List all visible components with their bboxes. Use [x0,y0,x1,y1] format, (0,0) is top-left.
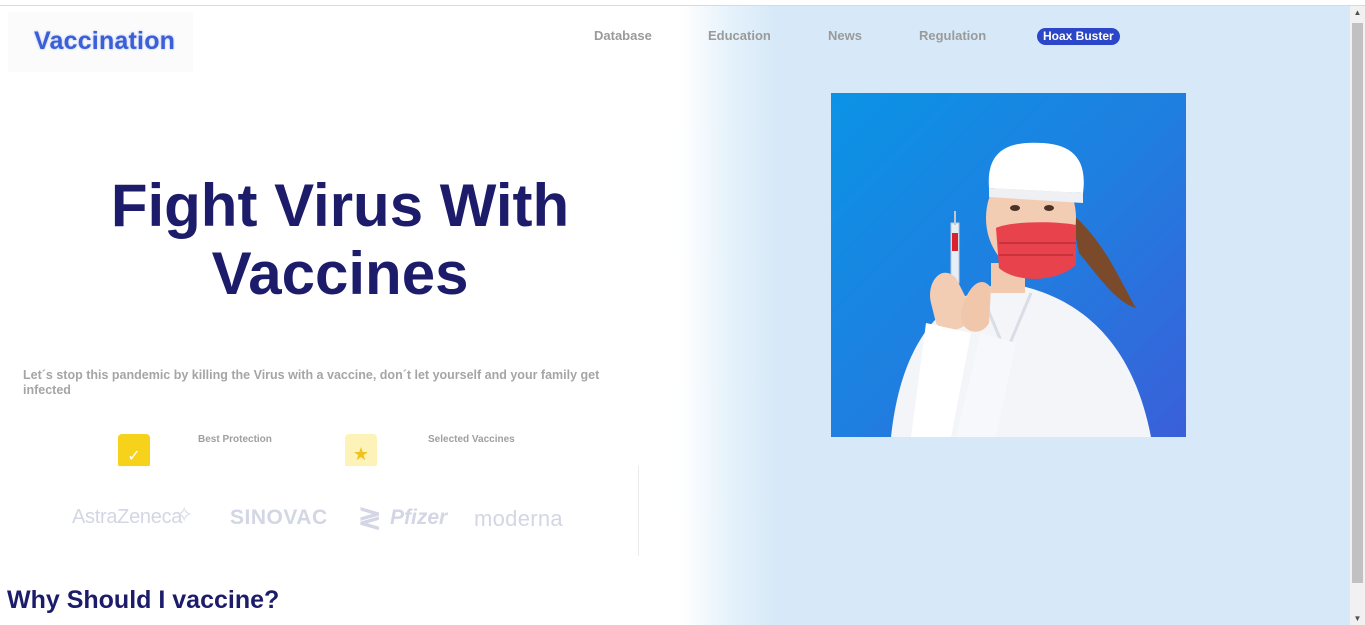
hero-subtitle: Let´s stop this pandemic by killing the … [23,368,600,397]
feature-best-protection: Best Protection [198,434,272,445]
hero-title: Fight Virus With Vaccines [40,172,640,308]
scrollbar-thumb[interactable] [1352,23,1363,583]
star-icon: ★ [345,434,377,468]
vaccine-brands-strip: AstraZeneca ✧ SINOVAC ≷ Pfizer moderna [0,466,639,556]
site-logo[interactable]: Vaccination [8,12,193,72]
vertical-scrollbar[interactable]: ▲ ▼ [1350,6,1365,625]
scroll-down-arrow-icon[interactable]: ▼ [1350,614,1365,623]
feature-selected-vaccines: Selected Vaccines [428,434,515,445]
hoax-buster-button[interactable]: Hoax Buster [1037,28,1120,45]
why-section-title: Why Should I vaccine? [7,586,280,614]
nav-regulation[interactable]: Regulation [919,28,986,43]
hero-title-line-1: Fight Virus With [110,172,570,239]
hero-title-line-2: Vaccines [211,240,469,307]
nurse-illustration [891,142,1151,437]
hero-photo-nurse-with-syringe [831,93,1186,437]
scroll-up-arrow-icon[interactable]: ▲ [1350,8,1365,17]
pfizer-logo-icon: ≷ [358,502,382,533]
brand-pfizer: Pfizer [390,506,448,529]
brand-moderna: moderna [474,506,563,531]
brand-sinovac: SINOVAC [230,506,328,529]
shield-check-icon: ✓ [118,434,150,468]
nav-database[interactable]: Database [594,28,652,43]
astrazeneca-logo-icon: ✧ [175,502,194,527]
brand-astrazeneca: AstraZeneca [72,506,183,528]
logo-text: Vaccination [34,27,176,55]
nav-news[interactable]: News [828,28,862,43]
nav-education[interactable]: Education [708,28,771,43]
